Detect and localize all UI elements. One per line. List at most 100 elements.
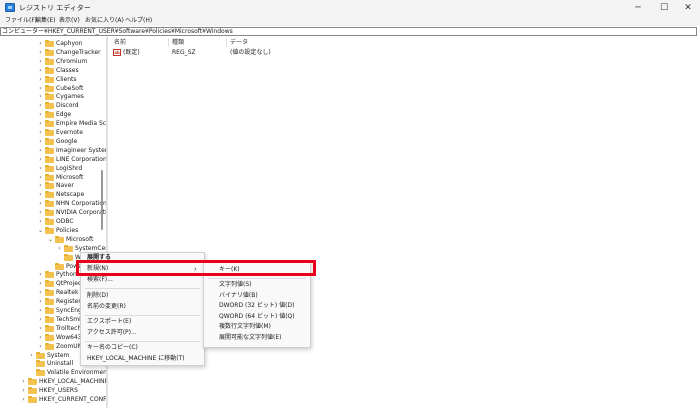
chevron-right-icon[interactable]: › xyxy=(37,48,44,57)
folder-icon xyxy=(45,48,54,56)
menu-copy-key-name[interactable]: キー名のコピー(C) xyxy=(87,343,138,353)
submenu-binary-value[interactable]: バイナリ値(B) xyxy=(219,291,258,301)
menu-file[interactable]: ファイル(F) xyxy=(5,17,37,25)
chevron-right-icon[interactable]: › xyxy=(37,306,44,315)
chevron-right-icon[interactable]: › xyxy=(37,75,44,84)
chevron-right-icon[interactable]: › xyxy=(37,66,44,75)
chevron-right-icon[interactable]: › xyxy=(37,199,44,208)
menu-delete[interactable]: 削除(D) xyxy=(87,291,108,301)
chevron-right-icon[interactable]: › xyxy=(37,164,44,173)
column-header-name[interactable]: 名前 xyxy=(114,38,126,47)
chevron-right-icon[interactable]: › xyxy=(20,386,27,395)
tree-item[interactable]: › Empire Media Science xyxy=(0,119,106,128)
chevron-right-icon[interactable]: › xyxy=(37,217,44,226)
tree-item[interactable]: › Google xyxy=(0,137,104,146)
tree-item[interactable]: › LogiShrd xyxy=(0,164,104,173)
tree-item[interactable]: › Chromium xyxy=(0,57,104,66)
submenu-qword-value[interactable]: QWORD (64 ビット) 値(Q) xyxy=(219,312,295,322)
tree-item[interactable]: › Edge xyxy=(0,110,104,119)
value-name[interactable]: (既定) xyxy=(123,48,140,57)
close-button[interactable]: ✕ xyxy=(675,0,700,16)
chevron-right-icon[interactable]: › xyxy=(28,351,35,360)
tree-item[interactable]: › Discord xyxy=(0,101,104,110)
tree-item[interactable]: › Evernote xyxy=(0,128,104,137)
value-type: REG_SZ xyxy=(172,49,196,56)
menu-view[interactable]: 表示(V) xyxy=(59,17,80,25)
chevron-right-icon[interactable]: › xyxy=(37,297,44,306)
tree-item[interactable]: ⌄ Policies xyxy=(0,226,104,235)
minimize-button[interactable]: ─ xyxy=(625,0,651,16)
menu-permissions[interactable]: アクセス許可(P)... xyxy=(87,328,137,338)
tree-item[interactable]: › CubeSoft xyxy=(0,84,104,93)
maximize-button[interactable]: ☐ xyxy=(651,0,677,16)
address-path: コンピューター¥HKEY_CURRENT_USER¥Software¥Polic… xyxy=(2,28,233,35)
chevron-right-icon[interactable]: › xyxy=(37,39,44,48)
chevron-right-icon[interactable]: › xyxy=(37,92,44,101)
menu-find[interactable]: 検索(F)... xyxy=(87,275,113,285)
submenu-multi-string-value[interactable]: 複数行文字列値(M) xyxy=(219,322,271,332)
submenu-dword-value[interactable]: DWORD (32 ビット) 値(D) xyxy=(219,301,294,311)
menu-edit[interactable]: 編集(E) xyxy=(35,17,55,25)
tree-item-label: Google xyxy=(56,137,78,145)
tree-item[interactable]: › HKEY_USERS xyxy=(0,386,104,395)
chevron-right-icon[interactable]: › xyxy=(56,244,63,253)
chevron-right-icon[interactable]: › xyxy=(37,128,44,137)
submenu-expandable-string-value[interactable]: 展開可能な文字列値(E) xyxy=(219,333,281,343)
folder-icon xyxy=(45,102,54,110)
tree-item[interactable]: › Microsoft xyxy=(0,173,104,182)
tree-item-label: Evernote xyxy=(56,129,83,136)
chevron-right-icon[interactable]: › xyxy=(37,333,44,342)
submenu-string-value[interactable]: 文字列値(S) xyxy=(219,280,252,290)
tree-item[interactable]: › HKEY_LOCAL_MACHINE xyxy=(0,377,106,386)
menu-export[interactable]: エクスポート(E) xyxy=(87,317,131,327)
menu-help[interactable]: ヘルプ(H) xyxy=(125,17,152,25)
chevron-right-icon[interactable]: › xyxy=(37,315,44,324)
chevron-right-icon[interactable]: › xyxy=(37,288,44,297)
tree-item-label: ChangeTracker xyxy=(56,48,101,56)
tree-item[interactable]: › Cygames xyxy=(0,92,104,101)
chevron-right-icon[interactable]: › xyxy=(37,190,44,199)
column-divider[interactable] xyxy=(226,38,227,47)
chevron-right-icon[interactable]: › xyxy=(37,270,44,279)
chevron-right-icon[interactable]: › xyxy=(37,146,44,155)
tree-item[interactable]: › Clients xyxy=(0,75,104,84)
folder-icon xyxy=(45,57,54,65)
tree-item[interactable]: › Imagineer Systems L xyxy=(0,146,106,155)
chevron-right-icon[interactable]: › xyxy=(20,377,27,386)
chevron-down-icon[interactable]: ⌄ xyxy=(47,235,54,244)
chevron-right-icon[interactable]: › xyxy=(37,84,44,93)
chevron-right-icon[interactable]: › xyxy=(37,155,44,164)
tree-item[interactable]: › Caphyon xyxy=(0,39,104,48)
chevron-right-icon[interactable]: › xyxy=(37,137,44,146)
chevron-right-icon[interactable]: › xyxy=(37,110,44,119)
chevron-right-icon[interactable]: › xyxy=(37,173,44,182)
tree-item[interactable]: › NHN Corporation xyxy=(0,199,106,208)
chevron-right-icon[interactable]: › xyxy=(37,119,44,128)
tree-item[interactable]: ⌄ Microsoft xyxy=(0,235,104,244)
chevron-right-icon[interactable]: › xyxy=(37,279,44,288)
chevron-right-icon[interactable]: › xyxy=(37,181,44,190)
tree-item[interactable]: › Classes xyxy=(0,66,104,75)
tree-item[interactable]: › ChangeTracker xyxy=(0,48,104,57)
chevron-right-icon[interactable]: › xyxy=(37,101,44,110)
tree-item[interactable]: › LINE Corporation xyxy=(0,155,106,164)
tree-item[interactable]: › HKEY_CURRENT_CONFIG xyxy=(0,395,106,404)
tree-item[interactable]: › ODBC xyxy=(0,217,104,226)
column-divider[interactable] xyxy=(168,38,169,47)
menu-favorites[interactable]: お気に入り(A) xyxy=(85,17,124,25)
column-header-data[interactable]: データ xyxy=(230,38,248,47)
chevron-right-icon[interactable]: › xyxy=(37,208,44,217)
menu-rename[interactable]: 名前の変更(R) xyxy=(87,302,126,312)
tree-item[interactable]: Volatile Environment xyxy=(0,368,106,377)
chevron-right-icon[interactable]: › xyxy=(20,395,27,404)
tree-scrollbar[interactable] xyxy=(101,170,103,230)
chevron-right-icon[interactable]: › xyxy=(37,324,44,333)
chevron-right-icon[interactable]: › xyxy=(37,342,44,351)
tree-item[interactable]: › Netscape xyxy=(0,190,104,199)
chevron-down-icon[interactable]: ⌄ xyxy=(37,226,44,235)
chevron-right-icon[interactable]: › xyxy=(37,57,44,66)
column-header-type[interactable]: 種類 xyxy=(172,38,184,47)
tree-item[interactable]: › Naver xyxy=(0,181,104,190)
tree-item[interactable]: › NVIDIA Corporation xyxy=(0,208,106,217)
menu-goto-hklm[interactable]: HKEY_LOCAL_MACHINE に移動(T) xyxy=(87,354,185,364)
